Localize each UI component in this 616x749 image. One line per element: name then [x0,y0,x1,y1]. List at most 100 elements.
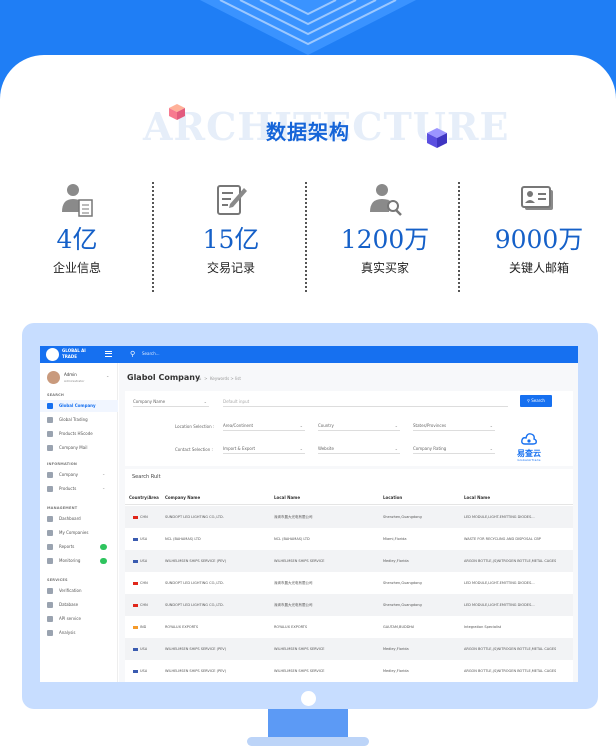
usa-flag-icon [133,669,138,673]
table-row[interactable]: CHN SUNDOPT LED LIGHTING CO.,LTD. 深圳市晨大光电有… [125,572,573,594]
enterprise-document-icon [62,184,93,217]
breadcrumb-text[interactable]: Keywords > list [210,376,241,381]
company-name-select[interactable]: Company Name ⌄ [133,397,209,407]
table-row[interactable]: USA WILHELMSEN SHIPS SERVICE (PEV) WILHELM… [125,550,573,572]
status-badge [100,558,107,564]
cell-local-name-text: 深圳市晨大光电有限公司 [274,581,313,585]
send-icon [47,588,53,594]
table-row[interactable]: USA NCL (BAHAMAS) LTD NCL (BAHAMAS) LTD Mia… [125,528,573,550]
page-title: Glabol Company [127,373,201,382]
user-menu-chevron-icon[interactable]: ⌄ [106,373,109,378]
buyer-search-icon [370,184,402,216]
cell-local-name-text: ROYALUX EXPORTS [274,625,308,629]
page: ARCHITECTURE 数据架构 4亿 企业信息 15亿 交易记录 1200万… [0,0,616,749]
select-value: States/Provinces [413,423,447,428]
cell-products-text: LED MODULE,LIGHT-EMITTING DIODES... [464,515,535,519]
select-value: Website [318,446,334,451]
table-row[interactable]: USA WILHELMSEN SHIPS SERVICE (PEV) WILHELM… [125,638,573,660]
cell-company-name-text: NCL (BAHAMAS) LTD [165,537,201,541]
stat-buyers: 1200万 真实买家 [308,182,462,292]
breadcrumb: ⌂ > Keywords > list [199,376,241,381]
box-icon [47,486,53,492]
cell-company-name-text: SUNDOPT LED LIGHTING CO.,LTD. [165,603,224,607]
sidebar-item-dashboard[interactable]: Dashboard [40,513,118,525]
sidebar-section-title: INFORMATION [47,462,78,466]
home-icon[interactable]: ⌂ [199,376,202,381]
stat-contacts: 9000万 关键人邮箱 [462,182,616,292]
app-logo-icon [46,348,59,361]
chevron-down-icon: ⌄ [489,446,493,451]
country-select[interactable]: Country ⌄ [318,421,400,431]
menu-icon[interactable] [105,351,112,357]
sidebar-item-monitoring[interactable]: Monitoring [40,555,118,567]
cell-country-text: IND [140,625,147,629]
cell-location-text: Medley,Florida [383,559,409,563]
cell-location-text: Shenzhen,Guangdong [383,581,422,585]
sidebar-item-reports[interactable]: Reports [40,541,118,553]
search-input[interactable]: Default input [223,397,508,407]
states-provinces-select[interactable]: States/Provinces ⌄ [413,421,495,431]
import-export-select[interactable]: Import & Export ⌄ [223,444,305,454]
cell-products-text: LED MODULE,LIGHT-EMITTING DIODES... [464,581,535,585]
cell-company-name-text: WILHELMSEN SHIPS SERVICE (PEV) [165,559,227,563]
cell-company-name-text: SUNDOPT LED LIGHTING CO.,LTD. [165,515,224,519]
chevron-down-icon: ⌄ [102,471,106,476]
avatar[interactable] [47,371,60,384]
cell-local-name: 深圳市晨大光电有限公司 [274,572,313,594]
contact-label: Contact Selection : [175,447,213,452]
cell-location: Medley,Florida [383,550,409,572]
sidebar-item-label: API service [59,616,81,621]
cell-local-name: WILHELMSEN SHIPS SERVICE [274,550,325,572]
cell-local-name-text: WILHELMSEN SHIPS SERVICE [274,669,325,673]
sidebar-item-label: Global Company [59,403,96,408]
section-title: 数据架构 [266,120,350,144]
sidebar-item-api-service[interactable]: API service [40,613,118,625]
area-continent-select[interactable]: Area/Continent ⌄ [223,421,305,431]
stat-value: 4亿 [56,225,98,254]
sidebar-item-database[interactable]: Database [40,599,118,611]
search-button[interactable]: ⚲ Search [520,395,552,407]
sidebar-item-label: Company [59,472,79,477]
cell-country-text: CHN [140,581,148,585]
sidebar-item-label: Global Trading [59,417,88,422]
cell-local-name: NCL (BAHAMAS) LTD [274,528,310,550]
cell-location: Miami,Florida [383,528,407,550]
sidebar-item-products-hscode[interactable]: Products HScode [40,428,118,440]
sidebar-section-title: MANAGEMENT [47,506,78,510]
column-header: Country/Area [129,495,159,500]
cell-location-text: GAUTAM,BUDDHA [383,625,415,629]
sidebar-item-analysis[interactable]: Analysis [40,627,118,639]
stat-value: 15亿 [202,225,260,254]
sidebar-item-label: My Companies [59,530,89,535]
cell-products: ARGON BOTTLE,(S)NITROGEN BOTTLE,METAL CA… [464,638,556,660]
globe-icon [47,417,53,423]
table-row[interactable]: USA WILHELMSEN SHIPS SERVICE (PEV) WILHELM… [125,660,573,682]
sitemap-icon [47,431,53,437]
globe-icon [47,472,53,478]
sidebar-item-my-companies[interactable]: My Companies [40,527,118,539]
sidebar-item-company-mail[interactable]: Company Mail [40,442,118,454]
website-select[interactable]: Website ⌄ [318,444,400,454]
sidebar-item-products[interactable]: Products ⌄ [40,483,118,495]
power-button [301,691,316,706]
cell-location: Shenzhen,Guangdong [383,506,422,528]
table-row[interactable]: CHN SUNDOPT LED LIGHTING CO.,LTD. 深圳市晨大光电有… [125,506,573,528]
sidebar-section-title: SEARCH [47,393,65,397]
table-row[interactable]: CHN SUNDOPT LED LIGHTING CO.,LTD. 深圳市晨大光电有… [125,594,573,616]
app-topbar: GLOBAL AI TRADE ⚲ Search... [40,346,578,363]
cell-country: USA [133,660,147,682]
dashboard-icon [47,516,53,522]
stat-enterprise: 4亿 企业信息 [0,182,154,292]
cell-products-text: LED MODULE,LIGHT-EMITTING DIODES... [464,603,535,607]
cell-products-text: Integration Specialist [464,625,502,629]
china-flag-icon [133,581,138,585]
cell-location-text: Medley,Florida [383,669,409,673]
table-row[interactable]: IND ROYALUX EXPORTS ROYALUX EXPORTS GAUTAM,… [125,616,573,638]
sidebar-item-verification[interactable]: Verification [40,585,118,597]
sidebar-item-global-trading[interactable]: Global Trading [40,414,118,426]
search-icon: ⚲ [130,350,136,358]
sidebar-item-label: Analysis [59,630,76,635]
company-rating-select[interactable]: Company Rating ⌄ [413,444,495,454]
sidebar-item-global-company[interactable]: Global Company [40,400,118,412]
sidebar-item-company[interactable]: Company ⌄ [40,469,118,481]
